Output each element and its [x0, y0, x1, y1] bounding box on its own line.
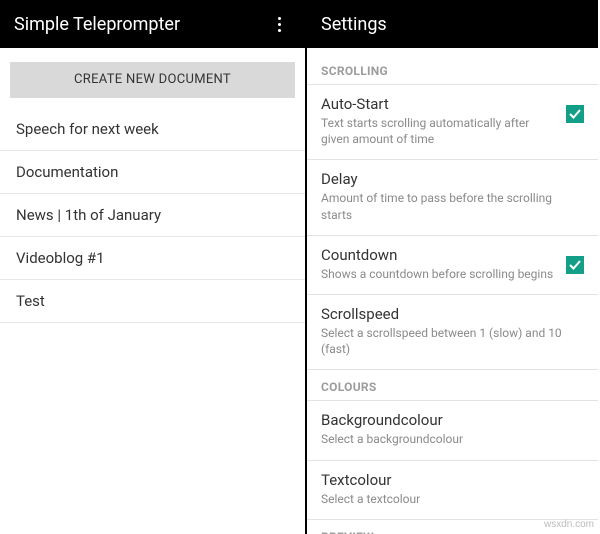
- setting-subtitle: Amount of time to pass before the scroll…: [321, 190, 576, 222]
- setting-subtitle: Select a backgroundcolour: [321, 431, 576, 447]
- appbar-left: Simple Teleprompter: [0, 0, 305, 48]
- setting-title: Textcolour: [321, 471, 576, 489]
- setting-title: Scrollspeed: [321, 305, 576, 323]
- list-item[interactable]: Documentation: [0, 151, 305, 194]
- section-header-colours: COLOURS: [307, 370, 598, 401]
- list-item[interactable]: Videoblog #1: [0, 237, 305, 280]
- documents-pane: Simple Teleprompter CREATE NEW DOCUMENT …: [0, 0, 307, 534]
- setting-title: Delay: [321, 170, 576, 188]
- setting-subtitle: Text starts scrolling automatically afte…: [321, 115, 558, 147]
- setting-title: Countdown: [321, 246, 558, 264]
- list-item[interactable]: News | 1th of January: [0, 194, 305, 237]
- settings-title: Settings: [321, 14, 584, 35]
- overflow-menu-icon[interactable]: [267, 12, 291, 36]
- appbar-right: Settings: [307, 0, 598, 48]
- setting-subtitle: Shows a countdown before scrolling begin…: [321, 266, 558, 282]
- list-item[interactable]: Test: [0, 280, 305, 323]
- checkbox-icon[interactable]: [566, 105, 584, 123]
- document-list: Speech for next week Documentation News …: [0, 108, 305, 323]
- app-title: Simple Teleprompter: [14, 14, 267, 35]
- setting-countdown[interactable]: Countdown Shows a countdown before scrol…: [307, 236, 598, 295]
- setting-title: Auto-Start: [321, 95, 558, 113]
- setting-delay[interactable]: Delay Amount of time to pass before the …: [307, 160, 598, 235]
- list-item[interactable]: Speech for next week: [0, 108, 305, 151]
- settings-body: SCROLLING Auto-Start Text starts scrolli…: [307, 48, 598, 534]
- setting-backgroundcolour[interactable]: Backgroundcolour Select a backgroundcolo…: [307, 401, 598, 460]
- setting-textcolour[interactable]: Textcolour Select a textcolour: [307, 461, 598, 520]
- setting-scrollspeed[interactable]: Scrollspeed Select a scrollspeed between…: [307, 295, 598, 370]
- setting-subtitle: Select a textcolour: [321, 491, 576, 507]
- create-document-button[interactable]: CREATE NEW DOCUMENT: [10, 62, 295, 98]
- settings-pane: Settings SCROLLING Auto-Start Text start…: [307, 0, 598, 534]
- setting-auto-start[interactable]: Auto-Start Text starts scrolling automat…: [307, 85, 598, 160]
- setting-subtitle: Select a scrollspeed between 1 (slow) an…: [321, 325, 576, 357]
- watermark: wsxdn.com: [544, 519, 594, 530]
- section-header-scrolling: SCROLLING: [307, 54, 598, 85]
- setting-title: Backgroundcolour: [321, 411, 576, 429]
- checkbox-icon[interactable]: [566, 256, 584, 274]
